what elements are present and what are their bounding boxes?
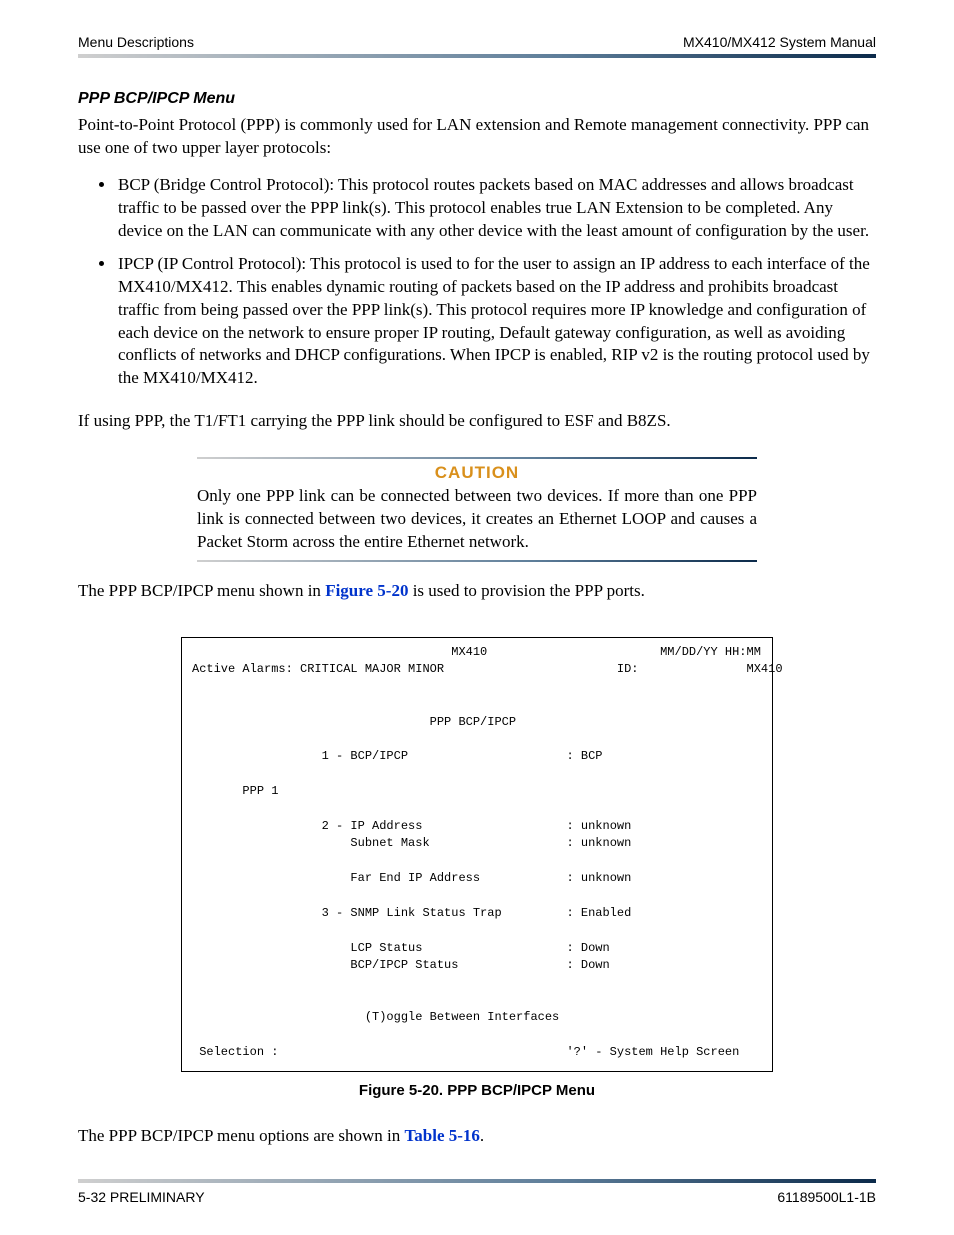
terminal-opt3-label: 3 - SNMP Link Status Trap [322, 906, 502, 920]
header-left: Menu Descriptions [78, 34, 194, 50]
ref2-before: The PPP BCP/IPCP menu options are shown … [78, 1126, 405, 1145]
terminal-opt3-value: : Enabled [566, 906, 631, 920]
terminal-line: (T)oggle Between Interfaces [192, 1010, 559, 1024]
terminal-id-value: MX410 [747, 662, 783, 676]
ref2-after: . [480, 1126, 484, 1145]
figure-link[interactable]: Figure 5-20 [325, 581, 408, 600]
terminal-bcpipcp-label: BCP/IPCP Status [322, 958, 459, 972]
terminal-line: PPP 1 [192, 784, 278, 798]
list-item: BCP (Bridge Control Protocol): This prot… [116, 174, 876, 243]
header-right: MX410/MX412 System Manual [683, 34, 876, 50]
terminal-id-label: ID: [617, 662, 639, 676]
terminal-line: Selection : '?' - System Help Screen [192, 1045, 739, 1059]
page-header: Menu Descriptions MX410/MX412 System Man… [78, 34, 876, 54]
list-item: IPCP (IP Control Protocol): This protoco… [116, 253, 876, 391]
terminal-bcpipcp-value: : Down [566, 958, 609, 972]
terminal-screen-title: PPP BCP/IPCP [430, 715, 516, 729]
terminal-line: 2 - IP Address : unknown [192, 819, 631, 833]
header-rule [78, 54, 876, 58]
terminal-subnet-value: : unknown [566, 836, 631, 850]
terminal-subnet-label: Subnet Mask [322, 836, 430, 850]
terminal-alarms: Active Alarms: CRITICAL MAJOR MINOR [192, 662, 444, 676]
caution-rule-bottom [197, 560, 757, 562]
footer-rule [78, 1179, 876, 1183]
terminal-line: BCP/IPCP Status : Down [192, 958, 610, 972]
terminal-lcp-value: : Down [566, 941, 609, 955]
ref-after: is used to provision the PPP ports. [408, 581, 644, 600]
footer-right: 61189500L1-1B [777, 1189, 876, 1205]
footer-left: 5-32 PRELIMINARY [78, 1189, 205, 1205]
caution-rule-top [197, 457, 757, 459]
page-footer: 5-32 PRELIMINARY 61189500L1-1B [78, 1189, 876, 1205]
after-bullets-paragraph: If using PPP, the T1/FT1 carrying the PP… [78, 410, 876, 433]
terminal-line: 3 - SNMP Link Status Trap : Enabled [192, 906, 631, 920]
terminal-line: Active Alarms: CRITICAL MAJOR MINOR ID: … [192, 662, 783, 676]
terminal-line: Far End IP Address : unknown [192, 871, 631, 885]
terminal-help-text: '?' - System Help Screen [566, 1045, 739, 1059]
terminal-ppp-header: PPP 1 [242, 784, 278, 798]
terminal-line: Subnet Mask : unknown [192, 836, 631, 850]
terminal-datetime: MM/DD/YY HH:MM [660, 645, 761, 659]
table-link[interactable]: Table 5-16 [405, 1126, 480, 1145]
bullet-list: BCP (Bridge Control Protocol): This prot… [78, 174, 876, 400]
terminal-title: MX410 [451, 645, 487, 659]
terminal-line: LCP Status : Down [192, 941, 610, 955]
terminal-opt1-label: 1 - BCP/IPCP [322, 749, 408, 763]
section-heading: PPP BCP/IPCP Menu [78, 90, 876, 108]
intro-paragraph: Point-to-Point Protocol (PPP) is commonl… [78, 114, 876, 160]
ref-before: The PPP BCP/IPCP menu shown in [78, 581, 325, 600]
terminal-line: 1 - BCP/IPCP : BCP [192, 749, 603, 763]
terminal-selection-label: Selection : [199, 1045, 278, 1059]
caution-block: CAUTION Only one PPP link can be connect… [197, 457, 757, 562]
terminal-farend-label: Far End IP Address [322, 871, 480, 885]
terminal-lcp-label: LCP Status [322, 941, 423, 955]
figure-reference-paragraph: The PPP BCP/IPCP menu shown in Figure 5-… [78, 580, 876, 603]
caution-title: CAUTION [197, 463, 757, 483]
terminal-line: PPP BCP/IPCP [192, 715, 516, 729]
terminal-opt2-value: : unknown [566, 819, 631, 833]
terminal-line: MX410 MM/DD/YY HH:MM [192, 645, 761, 659]
figure-caption: Figure 5-20. PPP BCP/IPCP Menu [78, 1082, 876, 1099]
caution-text: Only one PPP link can be connected betwe… [197, 485, 757, 554]
terminal-screen: MX410 MM/DD/YY HH:MM Active Alarms: CRIT… [181, 637, 773, 1072]
terminal-toggle: (T)oggle Between Interfaces [365, 1010, 559, 1024]
terminal-opt2-label: 2 - IP Address [322, 819, 423, 833]
table-reference-paragraph: The PPP BCP/IPCP menu options are shown … [78, 1125, 876, 1148]
terminal-opt1-value: : BCP [566, 749, 602, 763]
terminal-farend-value: : unknown [566, 871, 631, 885]
